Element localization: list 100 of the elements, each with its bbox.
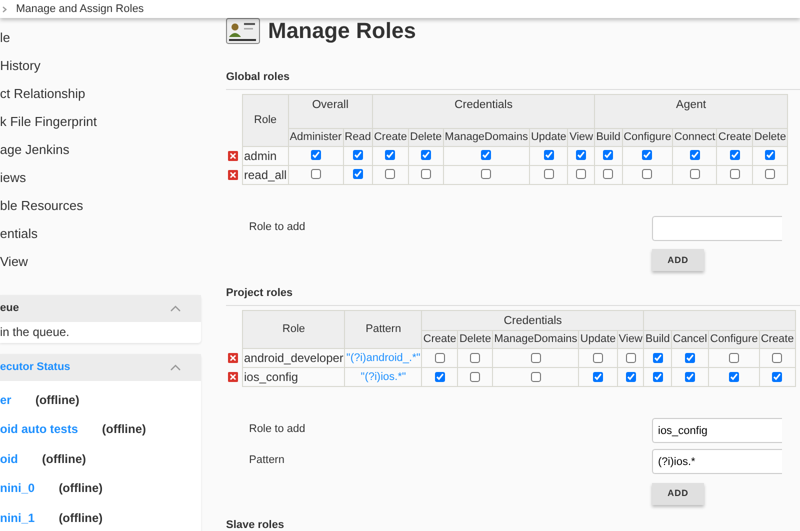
role-input[interactable] [652, 216, 782, 240]
checkbox[interactable] [626, 352, 636, 363]
page-title: Manage Roles [268, 18, 416, 44]
add-button[interactable]: ADD [652, 482, 704, 505]
checkbox[interactable] [728, 352, 739, 363]
checkbox[interactable] [352, 169, 363, 180]
checkbox[interactable] [420, 150, 431, 160]
node-status: (offline) [58, 510, 103, 527]
add-button[interactable]: ADD [652, 249, 704, 272]
sidebar-item[interactable]: iews [0, 164, 201, 192]
checkbox[interactable] [593, 372, 603, 382]
column-header: Role [242, 310, 345, 348]
form-label: Pattern [248, 453, 286, 468]
checkbox[interactable] [730, 150, 740, 160]
checkbox[interactable] [690, 150, 700, 160]
role-name: admin [242, 146, 288, 165]
column-header: Configure [622, 128, 673, 146]
id-card-icon [226, 18, 260, 44]
column-header: Administer [288, 128, 344, 146]
checkbox[interactable] [420, 169, 431, 180]
role-name: read_all [242, 165, 288, 184]
sidebar-item[interactable]: View [0, 248, 201, 276]
checkbox[interactable] [765, 150, 776, 160]
column-header: Create [716, 128, 753, 146]
checkbox[interactable] [310, 169, 321, 180]
column-header: Update [578, 330, 618, 348]
chevron-icon [2, 6, 7, 12]
breadcrumb-item[interactable]: Manage and Assign Roles [16, 0, 144, 18]
checkbox[interactable] [576, 169, 586, 180]
checkbox[interactable] [434, 372, 445, 382]
node-status: (offline) [42, 450, 86, 468]
checkbox[interactable] [685, 352, 695, 363]
checkbox[interactable] [603, 150, 614, 160]
column-header: ManageDomains [492, 330, 579, 348]
column-header: Cancel [671, 330, 709, 348]
checkbox[interactable] [728, 372, 739, 382]
sidebar-item[interactable]: ct Relationship [0, 80, 201, 108]
sidebar-item[interactable]: k File Fingerprint [0, 108, 201, 136]
checkbox[interactable] [642, 150, 652, 160]
checkbox[interactable] [765, 169, 776, 180]
checkbox[interactable] [772, 372, 782, 382]
sidebar-item[interactable]: le [0, 24, 201, 52]
column-header: ManageDomains [443, 128, 530, 146]
checkbox[interactable] [593, 352, 603, 363]
checkbox[interactable] [385, 150, 396, 160]
role-input[interactable]: ios_config [652, 418, 782, 443]
column-header: Delete [752, 128, 788, 146]
checkbox[interactable] [470, 352, 480, 363]
column-header: Create [759, 330, 796, 348]
checkbox[interactable] [576, 150, 586, 160]
sidebar-item[interactable]: ble Resources [0, 192, 201, 220]
checkbox[interactable] [481, 169, 492, 180]
checkbox[interactable] [481, 150, 492, 160]
checkbox[interactable] [385, 169, 396, 180]
checkbox[interactable] [652, 352, 663, 363]
checkbox[interactable] [470, 372, 480, 382]
checkbox[interactable] [603, 169, 614, 180]
group-header: Overall [288, 94, 372, 128]
delete-icon [228, 353, 238, 363]
form-label: Role to add [248, 220, 306, 234]
checkbox[interactable] [685, 372, 695, 382]
checkbox[interactable] [772, 352, 782, 363]
column-header: Pattern [344, 310, 422, 348]
collapse-icon[interactable] [170, 364, 181, 371]
checkbox[interactable] [530, 372, 541, 382]
sidebar-item[interactable]: History [0, 52, 201, 80]
panel-title: eue [0, 301, 19, 316]
checkbox[interactable] [352, 150, 363, 160]
checkbox[interactable] [544, 150, 554, 160]
checkbox[interactable] [310, 150, 321, 160]
node-status: (offline) [102, 421, 146, 438]
group-header: Credentials [372, 94, 595, 128]
form-label: Role to add [248, 422, 306, 437]
queue-message: in the queue. [0, 324, 70, 341]
column-header: Update [529, 128, 568, 146]
checkbox[interactable] [642, 169, 652, 180]
checkbox[interactable] [652, 372, 663, 382]
checkbox[interactable] [730, 169, 740, 180]
column-header: Read [343, 128, 372, 146]
checkbox[interactable] [626, 372, 636, 382]
column-header: Delete [458, 330, 493, 348]
pattern-input[interactable]: (?i)ios.* [652, 449, 782, 474]
sidebar-item[interactable]: age Jenkins [0, 136, 201, 164]
collapse-icon[interactable] [170, 305, 181, 312]
section-heading: Slave roles [226, 516, 800, 531]
section-heading: Project roles [226, 285, 800, 306]
checkbox[interactable] [690, 169, 700, 180]
column-header: View [617, 330, 644, 348]
role-name: android_developer [242, 348, 345, 368]
column-header: Role [242, 94, 288, 146]
checkbox[interactable] [434, 352, 445, 363]
group-header: Agent [594, 94, 788, 128]
delete-icon [228, 372, 238, 382]
checkbox[interactable] [544, 169, 554, 180]
delete-icon [228, 170, 238, 180]
column-header: Configure [708, 330, 760, 348]
column-header: Delete [408, 128, 444, 146]
checkbox[interactable] [530, 352, 541, 363]
section-heading: Global roles [226, 69, 800, 90]
sidebar-item[interactable]: entials [0, 220, 201, 248]
